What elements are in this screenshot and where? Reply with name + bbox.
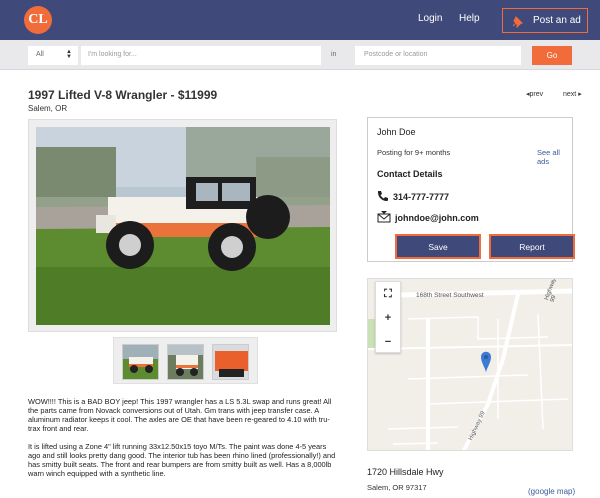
next-label: next xyxy=(563,91,577,98)
fullscreen-icon[interactable]: ⛶ xyxy=(376,282,400,306)
save-button[interactable]: Save xyxy=(397,236,479,257)
address-line-2: Salem, OR 97317 xyxy=(367,483,427,492)
thumbnail-2[interactable] xyxy=(167,344,204,380)
phone-icon xyxy=(377,190,389,204)
contact-details-heading: Contact Details xyxy=(377,169,443,179)
listing-description: WOW!!!! This is a BAD BOY jeep! This 199… xyxy=(28,397,338,487)
login-link[interactable]: Login xyxy=(418,13,442,24)
google-map-link[interactable]: (google map) xyxy=(528,487,575,496)
listing-location: Salem, OR xyxy=(28,104,68,113)
post-ad-button[interactable]: Post an ad xyxy=(502,8,588,33)
see-all-ads-link[interactable]: See all ads xyxy=(537,148,572,166)
category-select[interactable]: All ▲ ▼ xyxy=(28,46,78,65)
email-address: johndoe@john.com xyxy=(395,213,479,223)
seller-card: John Doe Posting for 9+ months See all a… xyxy=(367,117,573,262)
description-paragraph-2: It is lifted using a Zone 4" lift runnin… xyxy=(28,442,336,478)
zoom-in-icon[interactable]: + xyxy=(376,306,400,330)
go-button[interactable]: Go xyxy=(532,46,572,65)
thumbnail-3[interactable] xyxy=(212,344,249,380)
description-paragraph-1: WOW!!!! This is a BAD BOY jeep! This 199… xyxy=(28,397,332,433)
envelope-icon xyxy=(377,211,391,225)
posting-duration: Posting for 9+ months xyxy=(377,148,451,157)
in-label: in xyxy=(331,51,337,58)
main-photo-frame xyxy=(28,119,337,332)
next-link[interactable]: next ▸ xyxy=(563,90,582,98)
next-arrow-icon: ▸ xyxy=(578,91,582,98)
thumbnail-strip xyxy=(113,337,258,384)
phone-row[interactable]: 314-777-7777 xyxy=(377,190,449,204)
help-link[interactable]: Help xyxy=(459,13,480,24)
listing-title: 1997 Lifted V-8 Wrangler - $11999 xyxy=(28,88,218,102)
search-input[interactable]: I'm looking for... xyxy=(81,46,321,65)
report-button[interactable]: Report xyxy=(491,236,573,257)
prev-link[interactable]: ◂prev xyxy=(526,90,543,98)
top-nav-bar: CL Login Help Post an ad xyxy=(0,0,600,40)
main-photo[interactable] xyxy=(36,127,330,325)
seller-name: John Doe xyxy=(377,127,416,137)
prev-label: prev xyxy=(529,91,544,98)
category-value: All xyxy=(36,51,44,58)
location-input[interactable]: Postcode or location xyxy=(355,46,521,65)
zoom-out-icon[interactable]: − xyxy=(376,330,400,354)
phone-number: 314-777-7777 xyxy=(393,192,450,202)
search-bar: All ▲ ▼ I'm looking for... in Postcode or… xyxy=(0,40,600,70)
address-line-1: 1720 Hillsdale Hwy xyxy=(367,467,444,477)
map-controls: ⛶ + − xyxy=(375,281,401,353)
pin-icon xyxy=(511,14,525,28)
email-row[interactable]: johndoe@john.com xyxy=(377,211,479,225)
site-logo[interactable]: CL xyxy=(24,6,52,34)
location-map[interactable]: 168th Street Southwest Highway 99 Highwa… xyxy=(367,278,573,451)
street-label-168th: 168th Street Southwest xyxy=(416,292,484,299)
select-arrows-icon: ▲ ▼ xyxy=(66,49,72,60)
post-ad-label: Post an ad xyxy=(533,15,581,26)
thumbnail-1[interactable] xyxy=(122,344,159,380)
